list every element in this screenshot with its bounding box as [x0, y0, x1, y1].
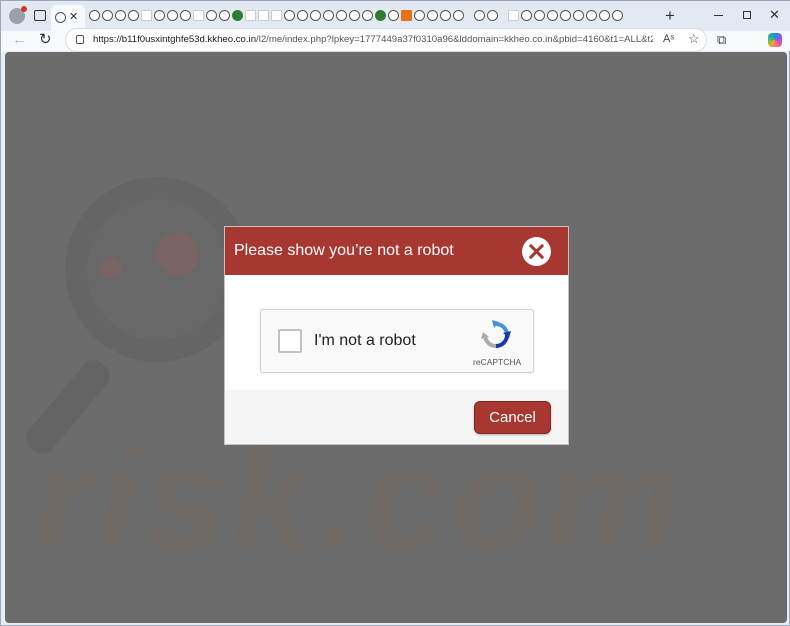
cancel-button[interactable]: Cancel [474, 401, 551, 434]
tab-favicon-icon[interactable] [573, 10, 584, 21]
address-bar[interactable]: https://b11f0usxintghfe53d.kkheo.co.in/l… [65, 28, 707, 52]
star-icon[interactable]: ☆ [688, 31, 700, 47]
favorites-icon[interactable]: ⧉ [717, 32, 726, 48]
tab-favicon-icon[interactable] [102, 10, 113, 21]
window-close-icon[interactable]: ✕ [769, 7, 780, 23]
tab-favicon-icon[interactable] [375, 10, 386, 21]
tab-favicon-icon[interactable] [586, 10, 597, 21]
tab-close-icon[interactable]: ✕ [69, 10, 78, 23]
url-host: https://b11f0usxintghfe53d.kkheo.co.in [93, 34, 257, 45]
tab-favicon-icon[interactable] [271, 10, 282, 21]
tab-favicon-icon[interactable] [219, 10, 230, 21]
tab-favicon-icon[interactable] [284, 10, 295, 21]
dialog-body: I'm not a robot reCAPTCHA [225, 275, 568, 390]
read-aloud-icon[interactable]: Aˢ [663, 33, 674, 45]
tab-favicon-icon[interactable] [154, 10, 165, 21]
tab-favicon-icon[interactable] [560, 10, 571, 21]
tab-favicon-icon[interactable] [414, 10, 425, 21]
watermark-magnifier-icon [65, 177, 250, 362]
url-path: /l2/me/index.php?lpkey=1777449a37f0310a9… [256, 34, 653, 45]
tab-favicon-icon[interactable] [245, 10, 256, 21]
tab-favicon-icon[interactable] [323, 10, 334, 21]
watermark-decoration [100, 257, 122, 279]
tab-favicon-icon[interactable] [547, 10, 558, 21]
tab-favicon-icon[interactable] [206, 10, 217, 21]
maximize-icon[interactable] [743, 11, 751, 19]
tab-favicon-icon[interactable] [534, 10, 545, 21]
tab-favicon-icon[interactable] [440, 10, 451, 21]
tab-favicon-icon[interactable] [141, 10, 152, 21]
not-robot-checkbox[interactable] [278, 329, 302, 353]
recaptcha-icon [481, 320, 511, 348]
tab-favicon-icon[interactable] [474, 10, 485, 21]
url-text[interactable]: https://b11f0usxintghfe53d.kkheo.co.in/l… [93, 34, 653, 45]
tab-favicon-icon[interactable] [115, 10, 126, 21]
tab-favicon-icon[interactable] [388, 10, 399, 21]
reload-icon[interactable]: ↻ [39, 30, 52, 48]
tab-favicon-icon [55, 12, 66, 23]
tab-separator [500, 10, 506, 21]
tab-favicon-icon[interactable] [310, 10, 321, 21]
lock-icon[interactable] [76, 35, 84, 44]
tab-favicon-icon[interactable] [487, 10, 498, 21]
recaptcha-brand: reCAPTCHA [473, 357, 522, 367]
captcha-label: I'm not a robot [314, 332, 416, 349]
tab-favicon-icon[interactable] [508, 10, 519, 21]
browser-window: ✕ + ✕ ← ↻ https://b11f0usxintghfe53d.kkh… [0, 0, 790, 626]
page-viewport: risk.com Please show you’re not a robot … [5, 52, 787, 623]
tab-favicon-icon[interactable] [167, 10, 178, 21]
back-arrow-icon[interactable]: ← [12, 31, 27, 48]
tab-favicon-icon[interactable] [427, 10, 438, 21]
dialog-title: Please show you’re not a robot [234, 242, 454, 259]
tab-separator [466, 10, 472, 21]
close-icon[interactable] [522, 237, 551, 266]
tab-favicon-icon[interactable] [362, 10, 373, 21]
minimize-icon[interactable] [714, 15, 723, 16]
dialog-header: Please show you’re not a robot [225, 227, 568, 275]
tab-favicon-icon[interactable] [453, 10, 464, 21]
tab-favicon-icon[interactable] [336, 10, 347, 21]
tab-favicon-icon[interactable] [349, 10, 360, 21]
watermark-decoration [155, 232, 199, 276]
captcha-dialog: Please show you’re not a robot I'm not a… [224, 226, 569, 445]
tab-favicon-icon[interactable] [89, 10, 100, 21]
tab-favicon-icon[interactable] [612, 10, 623, 21]
recaptcha-widget: I'm not a robot reCAPTCHA [260, 309, 534, 373]
tab-favicon-icon[interactable] [521, 10, 532, 21]
copilot-icon[interactable] [768, 33, 782, 47]
tab-actions-icon[interactable] [34, 10, 46, 21]
tab-favicon-icon[interactable] [180, 10, 191, 21]
tab-favicon-icon[interactable] [258, 10, 269, 21]
tab-list [89, 10, 623, 22]
tab-favicon-icon[interactable] [232, 10, 243, 21]
profile-icon[interactable] [9, 6, 27, 24]
tab-favicon-icon[interactable] [599, 10, 610, 21]
tab-favicon-icon[interactable] [401, 10, 412, 21]
tab-strip: ✕ + ✕ [1, 1, 790, 31]
tab-favicon-icon[interactable] [128, 10, 139, 21]
new-tab-button[interactable]: + [665, 6, 675, 26]
tab-favicon-icon[interactable] [297, 10, 308, 21]
browser-toolbar: ← ↻ https://b11f0usxintghfe53d.kkheo.co.… [1, 28, 790, 52]
tab-favicon-icon[interactable] [193, 10, 204, 21]
